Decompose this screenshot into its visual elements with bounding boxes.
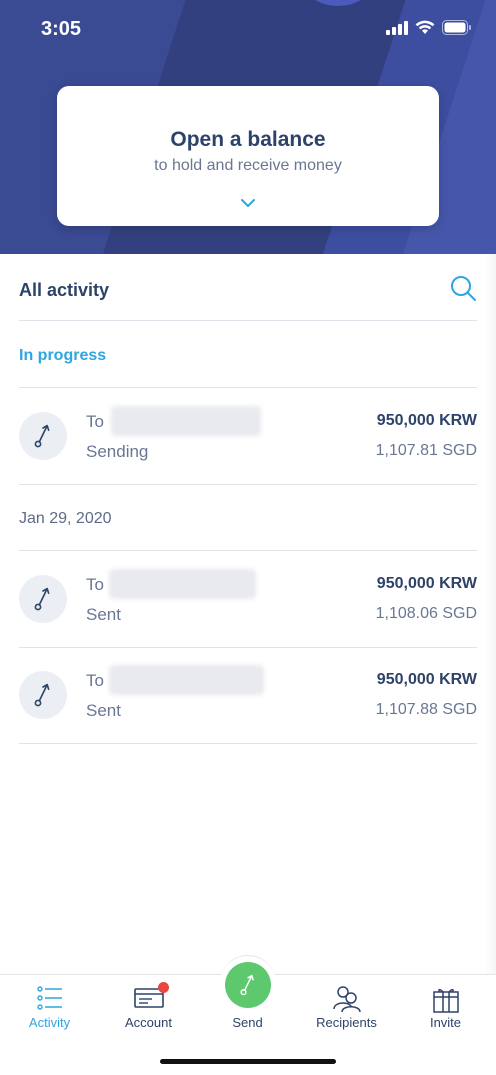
activity-header: All activity: [19, 274, 477, 322]
transfer-arrow-icon: [19, 671, 67, 719]
tab-activity[interactable]: Activity: [0, 975, 99, 1035]
transaction-status: Sending: [86, 442, 149, 461]
tab-invite[interactable]: Invite: [396, 975, 495, 1035]
status-time: 3:05: [41, 18, 82, 40]
section-label-in-progress: In progress: [19, 347, 107, 364]
tab-label: Account: [125, 1015, 172, 1030]
tab-label: Send: [232, 1015, 263, 1030]
transaction-converted-amount: 1,108.06 SGD: [375, 605, 477, 622]
chevron-down-icon[interactable]: [240, 198, 256, 208]
transaction-converted-amount: 1,107.88 SGD: [375, 701, 477, 718]
recipient-name-redacted: [109, 569, 256, 599]
balance-card-subtitle: to hold and receive money: [154, 157, 342, 174]
transaction-to-label: To: [86, 575, 104, 594]
divider: [19, 320, 477, 321]
recipient-name-redacted: [111, 406, 261, 436]
battery-icon: [442, 20, 471, 35]
open-balance-card[interactable]: Open a balance to hold and receive money: [57, 86, 439, 226]
account-card-icon: [99, 985, 198, 1013]
transaction-to-label: To: [86, 412, 104, 431]
transaction-converted-amount: 1,107.81 SGD: [375, 442, 477, 459]
transaction-status: Sent: [86, 701, 121, 720]
activity-title: All activity: [19, 280, 110, 300]
transaction-status: Sent: [86, 605, 121, 624]
transfer-arrow-icon: [19, 575, 67, 623]
wifi-icon: [415, 20, 435, 34]
search-icon[interactable]: [449, 274, 477, 302]
divider: [19, 484, 477, 485]
send-arrow-icon: [240, 974, 254, 996]
transfer-arrow-icon: [19, 412, 67, 460]
transaction-amount: 950,000 KRW: [376, 412, 477, 429]
status-bar: 3:05: [0, 0, 496, 60]
balance-card-title: Open a balance: [170, 128, 326, 151]
transaction-row[interactable]: To Sending 950,000 KRW 1,107.81 SGD: [19, 388, 477, 484]
recipients-icon: [297, 985, 396, 1013]
send-button[interactable]: [225, 962, 271, 1008]
gift-icon: [396, 985, 495, 1013]
tab-label: Activity: [28, 1015, 71, 1030]
scroll-edge-shade: [484, 254, 496, 974]
transaction-to-label: To: [86, 671, 104, 690]
recipient-name-redacted: [109, 665, 264, 695]
tab-label: Recipients: [316, 1015, 377, 1030]
notification-badge: [158, 982, 169, 993]
status-icons: [386, 20, 472, 35]
activity-list-icon: [0, 985, 99, 1013]
home-indicator: [160, 1059, 336, 1064]
tab-label: Invite: [429, 1015, 462, 1030]
section-label-date: Jan 29, 2020: [19, 510, 112, 527]
cellular-signal-icon: [386, 20, 408, 35]
tab-recipients[interactable]: Recipients: [297, 975, 396, 1035]
tab-account[interactable]: Account: [99, 975, 198, 1035]
transaction-amount: 950,000 KRW: [376, 575, 477, 592]
divider: [19, 743, 477, 744]
transaction-row[interactable]: To Sent 950,000 KRW 1,108.06 SGD: [19, 551, 477, 647]
transaction-amount: 950,000 KRW: [376, 671, 477, 688]
transaction-row[interactable]: To Sent 950,000 KRW 1,107.88 SGD: [19, 647, 477, 743]
